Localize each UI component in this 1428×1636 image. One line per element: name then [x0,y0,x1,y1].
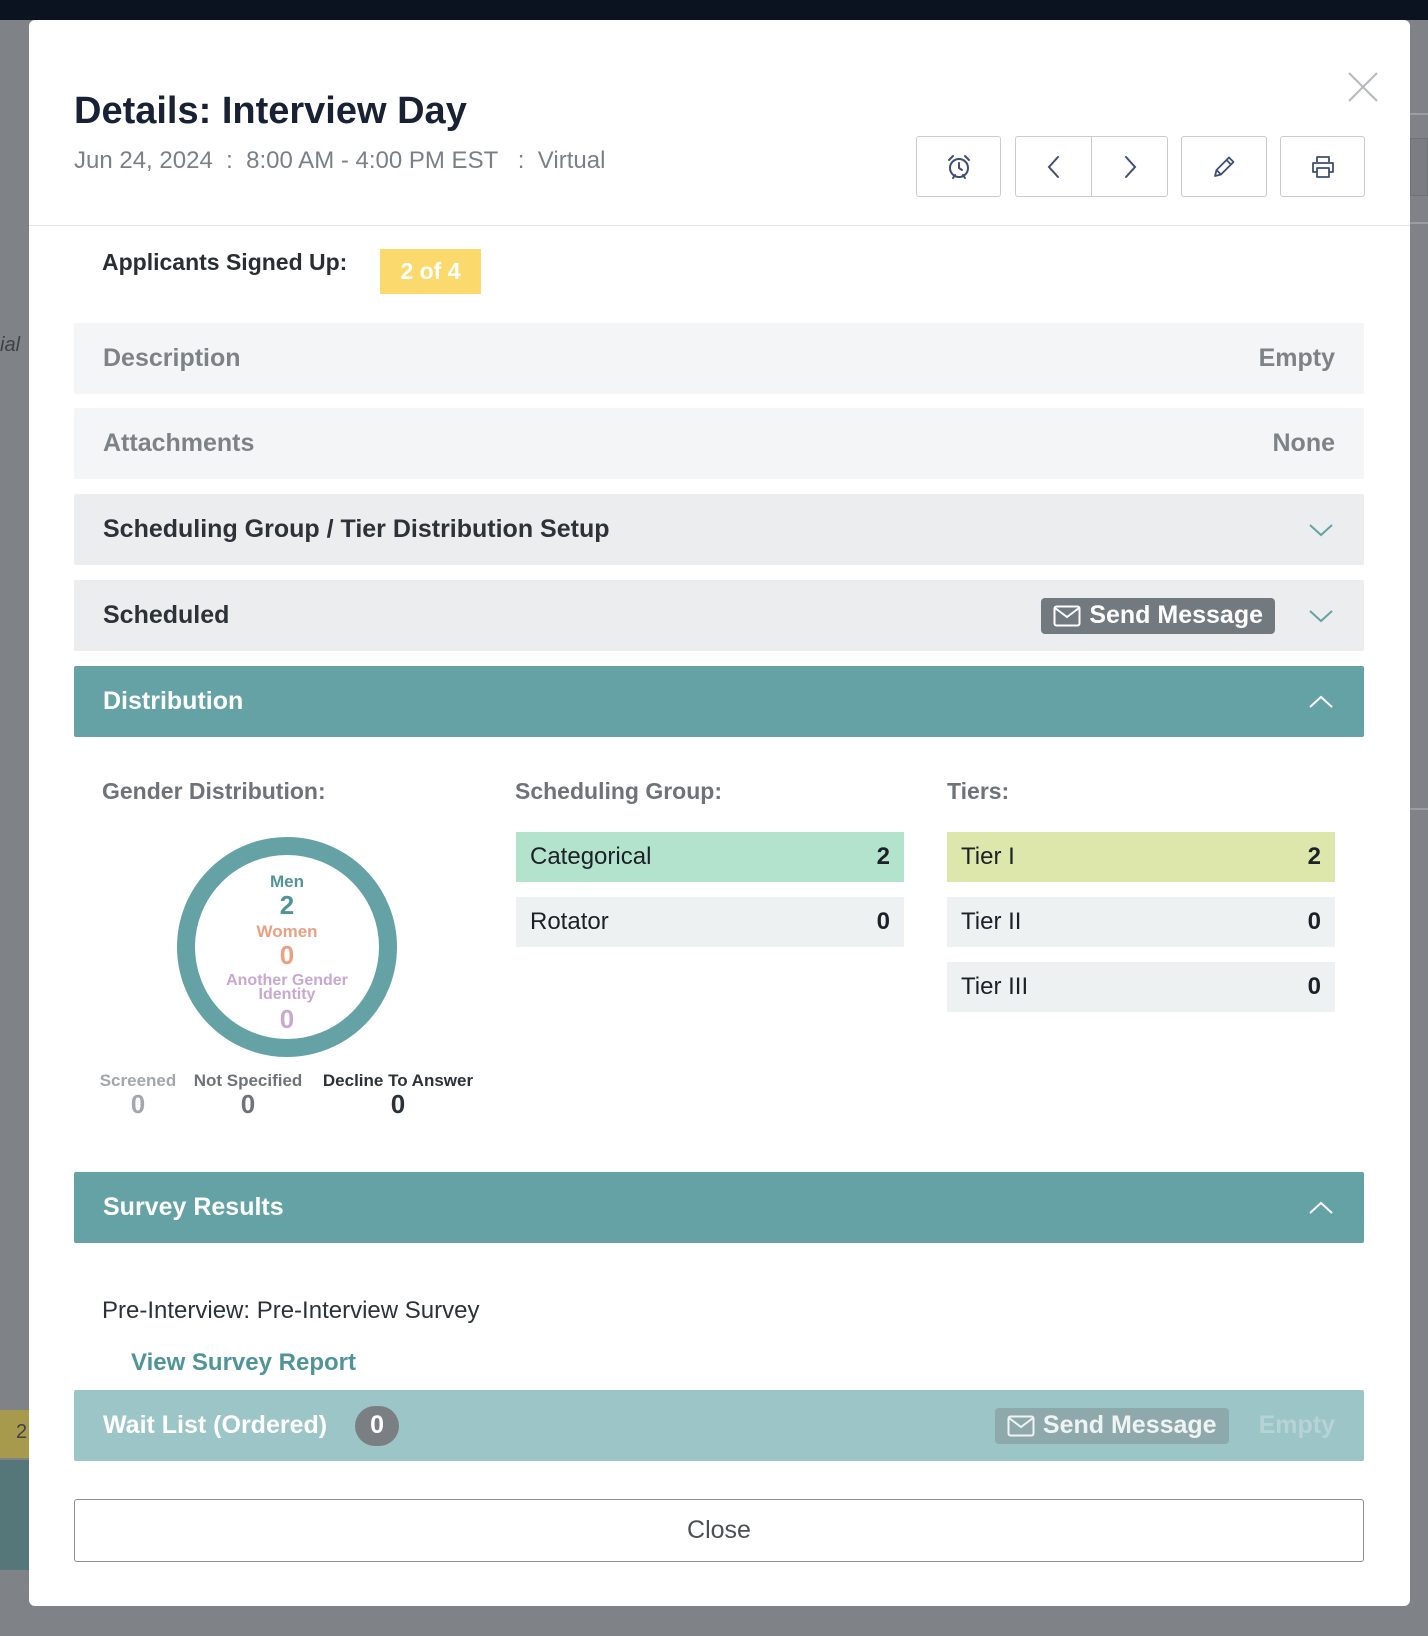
survey-name: Pre-Interview: Pre-Interview Survey [102,1297,480,1324]
chevron-down-icon [1309,523,1333,536]
envelope-icon [1007,1415,1035,1436]
decline-to-answer-value: 0 [390,1089,406,1119]
reminder-button[interactable] [916,136,1001,197]
close-icon[interactable] [1346,70,1380,104]
wait-list-value: Empty [1258,1411,1335,1439]
scheduled-label: Scheduled [103,601,230,629]
chevron-down-icon [1309,609,1333,622]
edit-button[interactable] [1181,136,1267,197]
next-event-button[interactable] [1091,136,1168,197]
background-panel [0,1460,29,1570]
not-specified-value: 0 [240,1089,256,1119]
chevron-right-icon [1124,155,1136,178]
scheduling-group-count: 2 [876,843,890,870]
background-partial-text: ial [0,334,21,356]
women-label: Women [256,922,318,941]
attachments-label: Attachments [103,429,255,457]
tiers-title: Tiers: [947,778,1010,804]
wait-list-send-message-button[interactable]: Send Message [994,1407,1229,1444]
app-top-bar [0,0,1428,20]
scheduling-group-title: Scheduling Group: [515,778,722,804]
another-gender-label-line-2: Identity [258,986,316,1003]
background-divider [1410,222,1428,224]
men-label: Men [270,872,304,891]
screened-value: 0 [130,1089,146,1119]
wait-list-label: Wait List (Ordered) [103,1411,328,1439]
description-label: Description [103,344,241,372]
pencil-icon [1214,156,1235,177]
scheduling-group-name: Categorical [530,843,652,870]
wait-list-count-badge: 0 [355,1405,400,1446]
screened-label: Screened [99,1071,177,1090]
tier-count: 0 [1307,973,1321,1000]
tier-count: 2 [1307,843,1321,870]
event-date-time-location: Jun 24, 2024 : 8:00 AM - 4:00 PM EST : V… [74,147,606,174]
applicants-signed-up-label: Applicants Signed Up: [102,249,348,275]
chevron-up-icon [1309,695,1333,708]
background-partial-number: 2 [16,1421,28,1443]
send-message-label: Send Message [1089,601,1263,629]
tier-row-2: Tier II 0 [947,897,1335,947]
screened-stat: Screened 0 [97,1071,179,1117]
decline-to-answer-stat: Decline To Answer 0 [319,1071,477,1117]
scheduling-group-row-rotator: Rotator 0 [516,897,904,947]
printer-icon [1311,155,1334,178]
background-panel [1410,138,1428,196]
attachments-row: Attachments None [74,408,1364,479]
women-value: 0 [279,940,295,970]
men-value: 2 [279,890,295,920]
wait-list-section-header[interactable]: Wait List (Ordered) 0 Send Message Empty [74,1390,1364,1461]
print-button[interactable] [1280,136,1365,197]
background-divider [1410,808,1428,810]
previous-event-button[interactable] [1015,136,1092,197]
scheduling-group-name: Rotator [530,908,609,935]
distribution-section-header[interactable]: Distribution [74,666,1364,737]
survey-results-label: Survey Results [103,1193,284,1221]
not-specified-stat: Not Specified 0 [190,1071,306,1117]
gender-distribution-title: Gender Distribution: [102,778,326,804]
background-divider [1410,113,1428,115]
tier-name: Tier I [961,843,1015,870]
scheduled-send-message-button[interactable]: Send Message [1041,597,1275,634]
close-button[interactable]: Close [74,1499,1364,1562]
scheduling-setup-label: Scheduling Group / Tier Distribution Set… [103,515,610,543]
tier-row-1: Tier I 2 [947,832,1335,882]
scheduling-group-count: 0 [876,908,890,935]
modal-title: Details: Interview Day [74,90,467,132]
tier-row-3: Tier III 0 [947,962,1335,1012]
scheduling-group-row-categorical: Categorical 2 [516,832,904,882]
event-details-modal: Details: Interview Day Jun 24, 2024 : 8:… [29,20,1410,1606]
gender-donut-chart: Men 2 Women 0 Another Gender Identity 0 [177,837,397,1057]
tier-name: Tier II [961,908,1022,935]
attachments-value: None [1272,429,1336,457]
description-value: Empty [1258,344,1335,372]
tier-name: Tier III [961,973,1029,1000]
tier-count: 0 [1307,908,1321,935]
envelope-icon [1053,605,1081,626]
modal-header: Details: Interview Day Jun 24, 2024 : 8:… [29,20,1410,226]
not-specified-label: Not Specified [193,1071,303,1090]
distribution-label: Distribution [103,687,244,715]
view-survey-report-link[interactable]: View Survey Report [131,1349,356,1377]
decline-to-answer-label: Decline To Answer [322,1071,474,1090]
another-gender-value: 0 [279,1004,295,1034]
description-row: Description Empty [74,323,1364,394]
survey-results-section-header[interactable]: Survey Results [74,1172,1364,1243]
scheduled-section-header[interactable]: Scheduled Send Message [74,580,1364,651]
applicants-count-badge: 2 of 4 [380,249,481,294]
scheduling-setup-section-header[interactable]: Scheduling Group / Tier Distribution Set… [74,494,1364,565]
alarm-clock-icon [947,154,970,179]
send-message-label: Send Message [1042,1411,1217,1439]
chevron-up-icon [1309,1201,1333,1214]
chevron-left-icon [1047,155,1059,178]
